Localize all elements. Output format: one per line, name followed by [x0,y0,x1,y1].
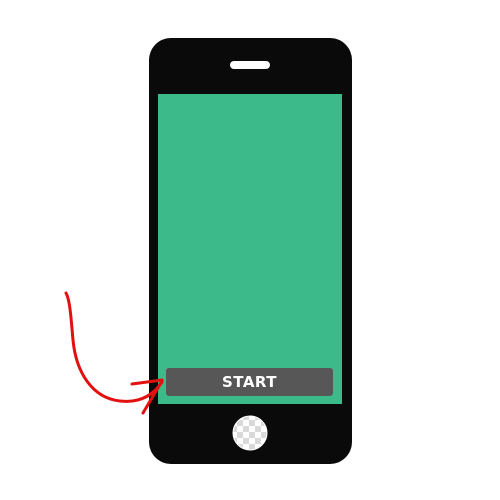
start-button[interactable]: START [166,368,333,396]
speaker-slot [230,61,270,69]
home-button-icon[interactable] [231,414,269,452]
phone-screen [158,94,342,404]
canvas: START [0,0,500,500]
